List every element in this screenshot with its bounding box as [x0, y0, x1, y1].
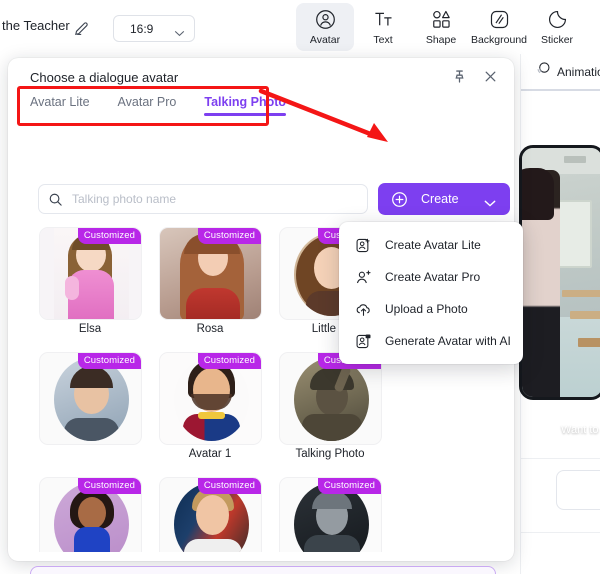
animation-circles-icon [535, 61, 551, 82]
toolbar-tool-group: Avatar Text Shape Background Sticker [296, 3, 586, 51]
avatar-label: Elsa [78, 323, 102, 335]
generate-ai-avatar-icon [353, 333, 373, 350]
avatar-card[interactable]: Customized [159, 352, 262, 445]
tool-avatar-label: Avatar [309, 33, 341, 46]
tab-avatar-lite[interactable]: Avatar Lite [30, 95, 90, 116]
top-toolbar: the Teacher 16:9 Avatar Text Shape Backg… [0, 0, 600, 54]
avatar-person-icon [315, 9, 336, 31]
aspect-ratio-select[interactable]: 16:9 [113, 15, 195, 42]
avatar-card[interactable]: Customized [279, 352, 382, 445]
plus-circle-icon [391, 191, 408, 208]
status-badge: Customized [197, 228, 261, 244]
chevron-down-icon [484, 195, 496, 213]
tool-background-label: Background [470, 33, 528, 46]
menu-item-label: Create Avatar Pro [385, 270, 481, 284]
pin-icon[interactable] [452, 69, 467, 89]
shape-icon [431, 9, 452, 31]
search-input[interactable] [72, 192, 322, 206]
tool-sticker[interactable]: Sticker [528, 3, 586, 51]
dialog-title: Choose a dialogue avatar [30, 70, 179, 85]
menu-item-label: Generate Avatar with AI [385, 334, 511, 348]
pencil-icon[interactable] [73, 19, 91, 37]
canvas-preview[interactable] [519, 145, 600, 400]
avatar-cell: Customized Avatar 2 [150, 474, 270, 552]
menu-item-create-avatar-pro[interactable]: Create Avatar Pro [339, 261, 523, 293]
chevron-down-icon [174, 25, 185, 43]
avatar-cell: Customized [270, 474, 390, 552]
tab-animation[interactable]: Animation [535, 61, 600, 82]
background-icon [489, 9, 510, 31]
canvas-desk [562, 290, 600, 297]
dialog-tabs: Avatar Lite Avatar Pro Talking Photo [30, 95, 286, 116]
avatar-card[interactable]: Customized [159, 477, 262, 552]
upload-cloud-icon [353, 301, 373, 318]
avatar-cell: Customized [30, 349, 150, 474]
tool-avatar[interactable]: Avatar [296, 3, 354, 51]
avatar-card[interactable]: Customized [39, 227, 142, 320]
app-root: the Teacher 16:9 Avatar Text Shape Backg… [0, 0, 600, 574]
status-badge: Customized [317, 478, 381, 494]
text-tt-icon [373, 9, 394, 31]
create-button-label: Create [421, 192, 459, 206]
canvas-desk [578, 338, 600, 347]
tool-sticker-label: Sticker [540, 33, 574, 46]
search-box[interactable] [38, 184, 368, 214]
tab-avatar-pro[interactable]: Avatar Pro [118, 95, 177, 116]
tool-background[interactable]: Background [470, 3, 528, 51]
aspect-ratio-value: 16:9 [130, 21, 154, 36]
avatar-cell: Customized Talking Photo [270, 349, 390, 474]
create-avatar-pro-icon [353, 269, 373, 286]
avatar-cell: Customized Avatar 1 [150, 349, 270, 474]
tool-text[interactable]: Text [354, 3, 412, 51]
avatar-cell: Customized Rosa [150, 224, 270, 349]
right-panel: Animation Want to [519, 54, 600, 574]
menu-item-generate-avatar-ai[interactable]: Generate Avatar with AI [339, 325, 523, 357]
avatar-label: Rosa [196, 323, 224, 335]
canvas-caption: Want to [561, 424, 599, 436]
project-title: the Teacher [2, 18, 70, 33]
status-badge: Customized [197, 353, 261, 369]
tab-talking-photo[interactable]: Talking Photo [204, 95, 286, 116]
tab-animation-label: Animation [557, 64, 600, 79]
tool-shape-label: Shape [425, 33, 457, 46]
avatar-card[interactable]: Customized [279, 477, 382, 552]
status-badge: Customized [197, 478, 261, 494]
panel-divider-3 [521, 532, 600, 533]
apply-all-scenes-bar: Apply new avatar to all scenes [30, 566, 496, 574]
canvas-vent [564, 156, 586, 163]
search-icon [48, 192, 63, 207]
panel-divider [521, 89, 600, 91]
create-button[interactable]: Create [378, 183, 510, 215]
canvas-desk [570, 311, 600, 319]
status-badge: Customized [77, 228, 141, 244]
avatar-label: Talking Photo [295, 448, 365, 460]
tool-shape[interactable]: Shape [412, 3, 470, 51]
panel-divider-2 [521, 458, 600, 459]
panel-placeholder-box[interactable] [556, 470, 600, 510]
canvas-presenter-hair [522, 168, 554, 220]
avatar-card[interactable]: Customized [159, 227, 262, 320]
menu-item-upload-photo[interactable]: Upload a Photo [339, 293, 523, 325]
avatar-card[interactable]: Customized [39, 477, 142, 552]
close-icon[interactable] [483, 69, 498, 89]
sticker-icon [547, 9, 568, 31]
create-dropdown-menu: Create Avatar Lite Create Avatar Pro Upl… [339, 222, 523, 364]
menu-item-label: Create Avatar Lite [385, 238, 481, 252]
avatar-cell: Customized Elsa [30, 224, 150, 349]
avatar-cell: Customized Talking Photo [30, 474, 150, 552]
avatar-label: Avatar 1 [188, 448, 232, 460]
status-badge: Customized [77, 353, 141, 369]
status-badge: Customized [77, 478, 141, 494]
create-avatar-lite-icon [353, 237, 373, 254]
menu-item-create-avatar-lite[interactable]: Create Avatar Lite [339, 229, 523, 261]
choose-avatar-dialog: Choose a dialogue avatar Avatar Lite Ava… [8, 58, 523, 574]
tool-text-label: Text [373, 33, 393, 46]
menu-item-label: Upload a Photo [385, 302, 468, 316]
avatar-card[interactable]: Customized [39, 352, 142, 445]
